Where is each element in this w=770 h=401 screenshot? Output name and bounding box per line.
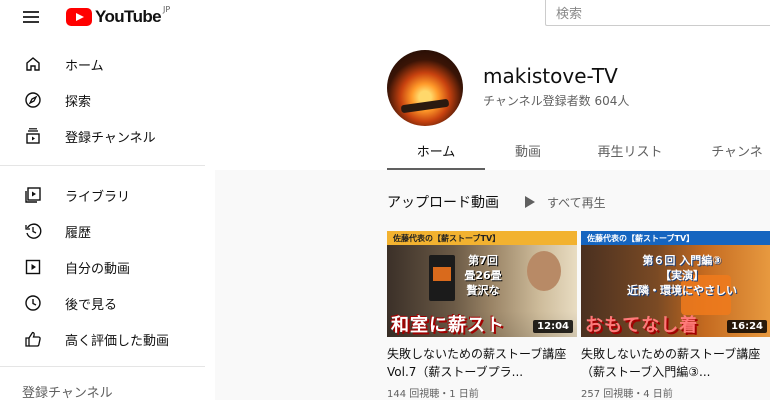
subscriber-count: チャンネル登録者数 604人 (483, 94, 630, 108)
subscriptions-section-title: 登録チャンネル (22, 386, 113, 401)
logo-country: JP (163, 4, 171, 14)
sidebar-item-label: 登録チャンネル (65, 130, 156, 146)
presenter-shape (527, 251, 561, 291)
tab-home[interactable]: ホーム (387, 130, 485, 170)
sidebar-item-label: ホーム (65, 58, 104, 74)
video-duration: 12:04 (533, 320, 573, 333)
video-title[interactable]: 失敗しないための薪ストーブ講座（薪ストーブ入門編③... (581, 345, 770, 381)
menu-icon[interactable] (23, 11, 39, 23)
sidebar-item-home[interactable]: ホーム (0, 47, 215, 81)
sidebar-item-liked-videos[interactable]: 高く評価した動画 (0, 322, 215, 356)
video-card[interactable]: 佐藤代表の【薪ストーブTV】 第7回 畳26畳 贅沢な 和室に薪スト 12:04… (387, 231, 577, 400)
thumbnail-header: 佐藤代表の【薪ストーブTV】 (581, 231, 770, 245)
video-title[interactable]: 失敗しないための薪ストーブ講座Vol.7（薪ストーブプラ... (387, 345, 577, 381)
uploads-title: アップロード動画 (387, 195, 499, 211)
sidebar-item-label: 高く評価した動画 (65, 333, 170, 349)
fire-shape (433, 267, 451, 281)
sidebar: ホーム 探索 登録チャンネル ライブラリ 履歴 自分の動画 後で見る 高く評価し… (0, 36, 215, 401)
video-duration: 16:24 (727, 320, 767, 333)
channel-header: makistove-TV チャンネル登録者数 604人 ホーム 動画 再生リスト… (215, 36, 770, 170)
play-all-label: すべて再生 (547, 195, 606, 210)
thumbnail-caption: 第６回 入門編③ 【実演】 近隣・環境にやさしい (627, 254, 737, 297)
video-meta: 257 回視聴・4 日前 (581, 389, 673, 400)
channel-name: makistove-TV (483, 64, 618, 88)
sidebar-item-label: 自分の動画 (65, 261, 131, 277)
sidebar-item-history[interactable]: 履歴 (0, 214, 215, 248)
youtube-play-icon (66, 8, 92, 26)
channel-tabs: ホーム 動画 再生リスト チャンネ (387, 130, 770, 170)
sidebar-item-library[interactable]: ライブラリ (0, 178, 215, 212)
sidebar-item-explore[interactable]: 探索 (0, 83, 215, 117)
compass-icon (23, 90, 43, 110)
thumbnail-caption: 第7回 畳26畳 贅沢な (464, 254, 502, 297)
sidebar-item-label: 後で見る (65, 297, 118, 313)
video-meta: 144 回視聴・1 日前 (387, 389, 479, 400)
sidebar-item-label: 探索 (65, 94, 92, 110)
thumbs-up-icon (23, 329, 43, 349)
uploads-section-header: アップロード動画 すべて再生 (387, 191, 606, 213)
library-icon (23, 185, 43, 205)
search-input[interactable]: 検索 (545, 0, 770, 26)
home-icon (23, 54, 43, 74)
channel-page: makistove-TV チャンネル登録者数 604人 ホーム 動画 再生リスト… (215, 36, 770, 400)
youtube-logo[interactable]: YouTube JP (66, 4, 171, 28)
video-card[interactable]: 佐藤代表の【薪ストーブTV】 第６回 入門編③ 【実演】 近隣・環境にやさしい … (581, 231, 770, 400)
play-icon (525, 196, 535, 208)
logo-text: YouTube (95, 7, 162, 26)
video-thumbnail[interactable]: 佐藤代表の【薪ストーブTV】 第６回 入門編③ 【実演】 近隣・環境にやさしい … (581, 231, 770, 337)
sidebar-divider (0, 165, 205, 166)
subscriptions-icon (23, 126, 43, 146)
sidebar-item-label: ライブラリ (65, 189, 131, 205)
sidebar-divider (0, 366, 205, 367)
top-bar: YouTube JP 検索 (0, 0, 770, 36)
your-videos-icon (23, 257, 43, 277)
thumbnail-header: 佐藤代表の【薪ストーブTV】 (387, 231, 577, 245)
sidebar-item-your-videos[interactable]: 自分の動画 (0, 250, 215, 284)
tab-videos[interactable]: 動画 (485, 130, 571, 170)
clock-icon (23, 293, 43, 313)
tab-channels[interactable]: チャンネ (689, 130, 770, 170)
play-all-button[interactable]: すべて再生 (525, 194, 606, 211)
sidebar-item-watch-later[interactable]: 後で見る (0, 286, 215, 320)
video-thumbnail[interactable]: 佐藤代表の【薪ストーブTV】 第7回 畳26畳 贅沢な 和室に薪スト 12:04 (387, 231, 577, 337)
channel-avatar[interactable] (387, 50, 463, 126)
sidebar-item-subscriptions[interactable]: 登録チャンネル (0, 119, 215, 153)
sidebar-item-label: 履歴 (65, 225, 92, 241)
tab-playlists[interactable]: 再生リスト (571, 130, 689, 170)
history-icon (23, 221, 43, 241)
